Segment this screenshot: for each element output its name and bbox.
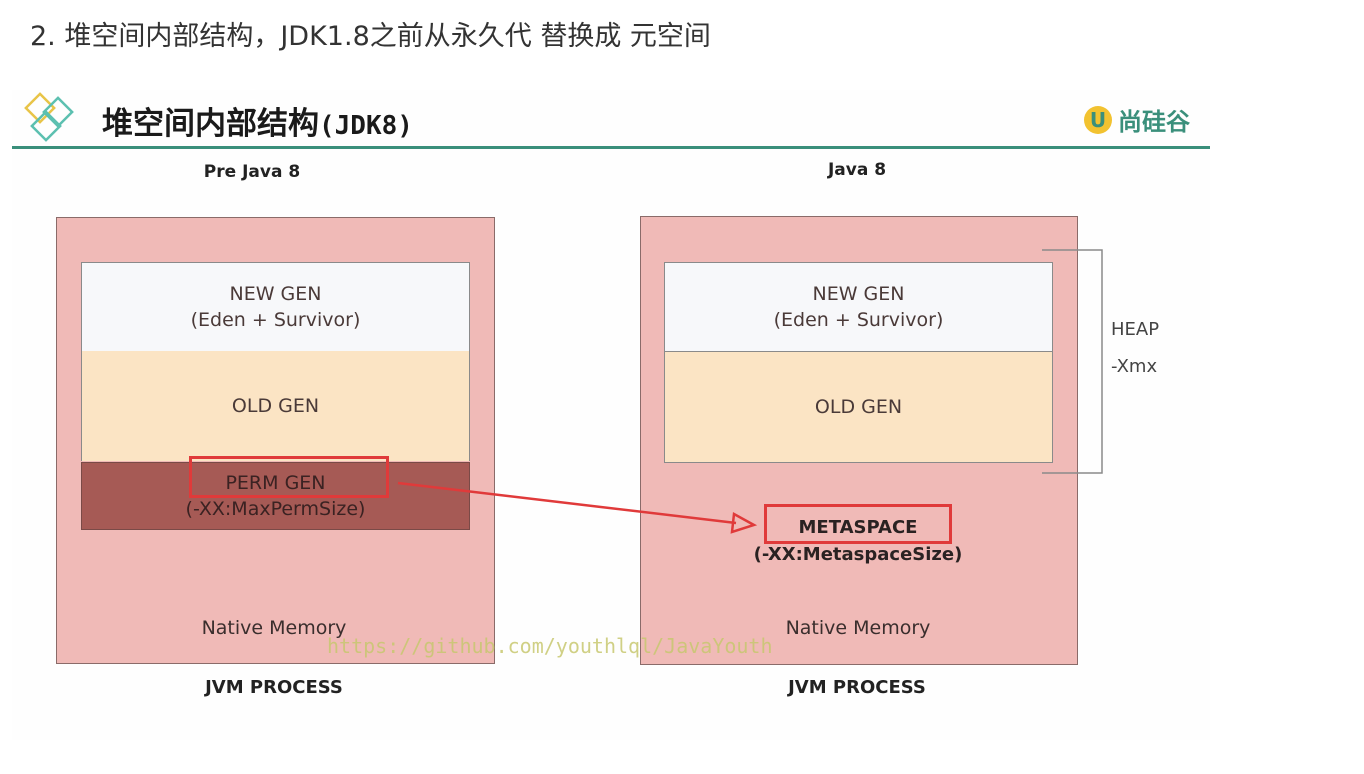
slide-image: 堆空间内部结构(JDK8) U 尚硅谷 Pre Java 8 Java 8 NE…: [12, 90, 1210, 740]
migration-arrow-line: [397, 481, 737, 525]
page-heading: 2. 堆空间内部结构，JDK1.8之前从永久代 替换成 元空间: [30, 21, 711, 52]
watermark-url: https://github.com/youthlql/JavaYouth: [327, 634, 773, 658]
heap-bracket: [1042, 249, 1103, 474]
page: 2. 堆空间内部结构，JDK1.8之前从永久代 替换成 元空间 堆空间内部结构(…: [0, 0, 1364, 774]
